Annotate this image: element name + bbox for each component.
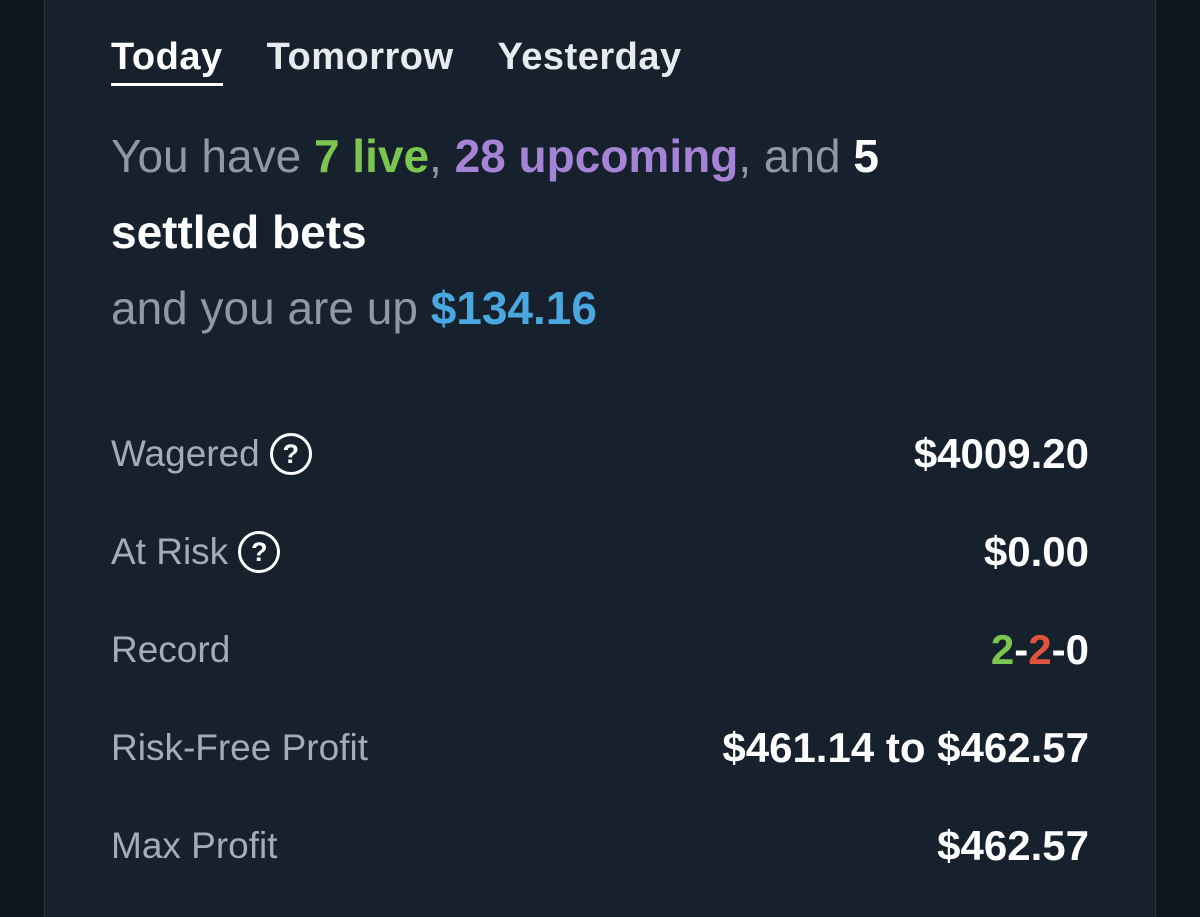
question-circle-icon[interactable]: ? <box>238 531 281 573</box>
record-value: 2-2-0 <box>991 626 1089 674</box>
live-bets-count: 7 live <box>313 130 430 182</box>
at-risk-value: $0.00 <box>983 528 1089 575</box>
tab-today[interactable]: Today <box>111 36 223 86</box>
tab-yesterday[interactable]: Yesterday <box>498 36 682 86</box>
at-risk-label-group: At Risk ? <box>111 531 281 573</box>
stat-row-at-risk: At Risk ? $0.00 <box>111 503 1089 601</box>
bets-summary-text: You have 7 live, 28 upcoming, and 5 sett… <box>111 118 1011 346</box>
at-risk-label: At Risk <box>111 531 229 572</box>
max-profit-value: $462.57 <box>937 822 1089 869</box>
wagered-label: Wagered <box>111 433 260 474</box>
stats-list: Wagered ? $4009.20 At Risk ? $0.00 Recor… <box>111 405 1089 895</box>
summary-sep-2: , and <box>738 130 854 182</box>
question-circle-icon[interactable]: ? <box>269 433 312 475</box>
record-label: Record <box>111 629 231 670</box>
summary-prefix: You have <box>111 130 314 182</box>
stat-row-record: Record 2-2-0 <box>111 601 1089 699</box>
record-wins: 2 <box>990 626 1015 673</box>
stat-row-wagered: Wagered ? $4009.20 <box>111 405 1089 503</box>
tab-tomorrow[interactable]: Tomorrow <box>267 36 454 86</box>
risk-free-profit-value: $461.14 to $462.57 <box>722 724 1089 771</box>
wagered-value: $4009.20 <box>913 430 1089 477</box>
summary-line2-prefix: and you are up <box>111 282 431 334</box>
day-tabs: Today Tomorrow Yesterday <box>111 36 682 86</box>
stat-row-max-profit: Max Profit $462.57 <box>111 797 1089 895</box>
profit-amount: $134.16 <box>430 282 597 334</box>
wagered-label-group: Wagered ? <box>111 433 312 475</box>
record-separator: - <box>1014 626 1029 673</box>
max-profit-label: Max Profit <box>111 825 278 866</box>
stat-row-risk-free-profit: Risk-Free Profit $461.14 to $462.57 <box>111 699 1089 797</box>
record-separator: - <box>1051 626 1066 673</box>
upcoming-bets-count: 28 upcoming <box>454 130 739 182</box>
bets-summary-panel: Today Tomorrow Yesterday You have 7 live… <box>44 0 1156 917</box>
record-losses: 2 <box>1028 626 1052 673</box>
summary-sep-1: , <box>429 130 455 182</box>
record-pushes: 0 <box>1065 626 1089 673</box>
risk-free-profit-label: Risk-Free Profit <box>111 727 368 768</box>
